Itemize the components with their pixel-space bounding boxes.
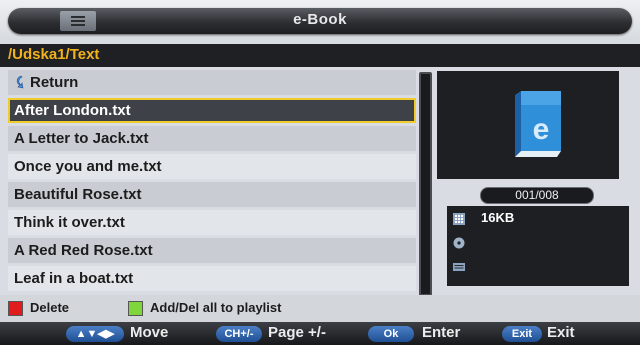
red-key-icon[interactable] [8,301,23,316]
list-item[interactable]: Leaf in a boat.txt [8,266,416,291]
storage-icon [453,263,465,271]
file-name: Leaf in a boat.txt [14,270,134,287]
return-icon [16,75,24,89]
scrollbar[interactable] [419,72,432,296]
list-item[interactable]: Once you and me.txt [8,154,416,179]
file-name: Once you and me.txt [14,158,162,175]
file-name: A Red Red Rose.txt [14,242,153,259]
page-key-button[interactable]: CH+/- [216,326,262,342]
list-item[interactable]: A Red Red Rose.txt [8,238,416,263]
color-key-bar [0,295,640,322]
file-name: Beautiful Rose.txt [14,186,142,203]
file-name: A Letter to Jack.txt [14,130,149,147]
move-label: Move [130,324,169,341]
list-item[interactable]: After London.txt [8,98,416,123]
return-item[interactable]: Return [8,70,416,95]
exit-key-button[interactable]: Exit [502,326,542,342]
page-counter: 001/008 [480,187,594,204]
list-item[interactable]: Beautiful Rose.txt [8,182,416,207]
file-size: 16KB [481,210,515,225]
move-key-button[interactable]: ▲▼◀▶ [66,326,124,342]
enter-label: Enter [422,324,461,341]
current-path: /Udska1/Text [8,46,100,63]
e-book-icon: e [515,91,561,157]
disc-icon [453,237,465,249]
svg-text:e: e [533,113,550,146]
ok-key-button[interactable]: Ok [368,326,414,342]
page-label: Page +/- [268,324,326,341]
list-item[interactable]: A Letter to Jack.txt [8,126,416,151]
return-label: Return [30,74,79,91]
delete-label: Delete [30,300,70,315]
green-key-icon[interactable] [128,301,143,316]
exit-label: Exit [547,324,575,341]
app-title: e-Book [293,11,347,28]
info-panel [447,206,629,286]
file-size-icon [453,213,465,225]
list-item[interactable]: Think it over.txt [8,210,416,235]
file-name: After London.txt [14,102,131,119]
playlist-label: Add/Del all to playlist [150,300,282,315]
file-name: Think it over.txt [14,214,125,231]
